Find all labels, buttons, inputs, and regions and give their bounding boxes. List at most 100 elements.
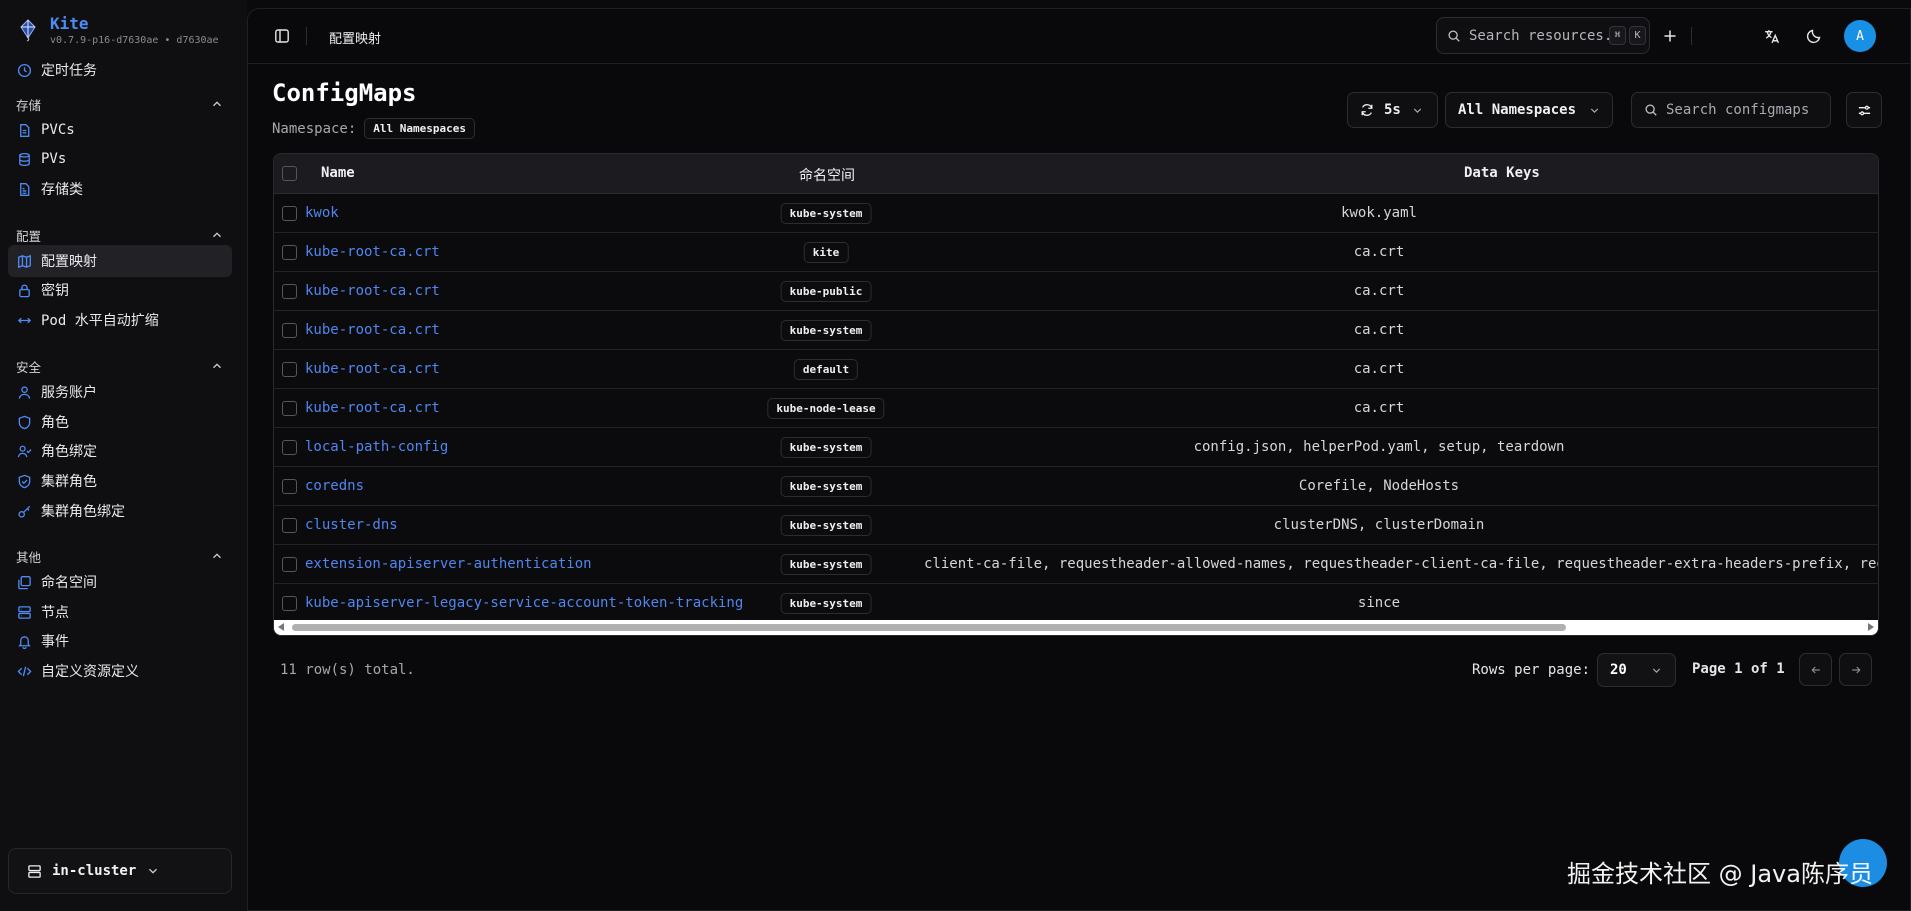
- table-row[interactable]: kube-root-ca.crt kube-node-lease ca.crt: [274, 389, 1878, 428]
- toggle-sidebar-button[interactable]: [273, 27, 291, 45]
- theme-toggle-button[interactable]: [1805, 27, 1823, 45]
- key-icon: [18, 505, 31, 518]
- divider: [1691, 27, 1692, 45]
- row-count: 11 row(s) total.: [280, 662, 415, 678]
- table-row[interactable]: coredns kube-system Corefile, NodeHosts: [274, 467, 1878, 506]
- shield-icon: [18, 415, 31, 429]
- sidebar-item-hpa[interactable]: Pod 水平自动扩缩: [8, 304, 232, 336]
- sidebar-item-crds[interactable]: 自定义资源定义: [8, 655, 232, 687]
- rows-per-page-value: 20: [1610, 662, 1627, 678]
- previous-page-button[interactable]: [1799, 653, 1832, 686]
- refresh-interval-select[interactable]: 5s: [1347, 92, 1438, 128]
- table-row[interactable]: extension-apiserver-authentication kube-s…: [274, 545, 1878, 584]
- arrows-horizontal-icon: [17, 317, 32, 323]
- sidebar-item-cronjobs[interactable]: 定时任务: [8, 54, 232, 86]
- chevron-up-icon: [213, 363, 221, 369]
- rows-per-page-select[interactable]: 20: [1597, 653, 1676, 687]
- sidebar-item-label: 存储类: [41, 182, 83, 198]
- namespace-badge: kube-system: [780, 554, 872, 575]
- sidebar-item-label: Pod 水平自动扩缩: [41, 313, 159, 329]
- shield-check-icon: [18, 474, 31, 488]
- chevron-up-icon: [213, 553, 221, 559]
- user-icon: [18, 385, 31, 399]
- rows-per-page-label: Rows per page:: [1472, 662, 1591, 678]
- section-title: 存储: [16, 97, 42, 113]
- table-row[interactable]: kwok kube-system kwok.yaml: [274, 194, 1878, 233]
- sidebar-item-namespaces[interactable]: 命名空间: [8, 566, 232, 598]
- main-content: 配置映射 Search resources... ⌘ K A ConfigMap…: [247, 8, 1911, 911]
- language-button[interactable]: [1762, 27, 1780, 45]
- header-name[interactable]: Name: [321, 165, 355, 181]
- database-icon: [19, 152, 30, 166]
- section-title: 其他: [16, 549, 42, 565]
- column-settings-button[interactable]: [1846, 92, 1882, 128]
- sidebar-item-storageclasses[interactable]: 存储类: [8, 173, 232, 205]
- sidebar-item-pvcs[interactable]: PVCs: [8, 114, 232, 146]
- scroll-left-arrow-icon[interactable]: [278, 623, 284, 631]
- data-keys-cell: ca.crt: [1353, 244, 1405, 260]
- chevron-down-icon: [1413, 107, 1422, 113]
- search-icon: [1448, 29, 1460, 42]
- table-row[interactable]: kube-root-ca.crt kube-system ca.crt: [274, 311, 1878, 350]
- table-row[interactable]: kube-root-ca.crt kite ca.crt: [274, 233, 1878, 272]
- scrollbar-thumb[interactable]: [292, 624, 1566, 631]
- moon-icon: [1806, 29, 1821, 44]
- sidebar-item-clusterroles[interactable]: 集群角色: [8, 465, 232, 497]
- sidebar-item-label: 集群角色: [41, 474, 97, 490]
- kite-logo-icon: [20, 19, 36, 42]
- row-checkbox[interactable]: [282, 557, 297, 572]
- table-row[interactable]: kube-root-ca.crt default ca.crt: [274, 350, 1878, 389]
- configmap-name-link[interactable]: extension-apiserver-authentication: [305, 556, 592, 572]
- section-security-header[interactable]: 安全: [16, 356, 224, 376]
- sidebar-item-serviceaccounts[interactable]: 服务账户: [8, 376, 232, 408]
- chevron-up-icon: [213, 232, 221, 238]
- table-row[interactable]: kube-apiserver-legacy-service-account-to…: [274, 584, 1878, 623]
- brand[interactable]: Kite v0.7.9-p16-d7630ae • d7630ae: [16, 14, 219, 48]
- header-data-keys[interactable]: Data Keys: [1464, 165, 1540, 181]
- scroll-right-arrow-icon[interactable]: [1868, 623, 1874, 631]
- sidebar-toggle-icon: [275, 29, 289, 43]
- select-all-checkbox[interactable]: [282, 166, 297, 181]
- create-resource-button[interactable]: [1661, 27, 1679, 45]
- section-other-header[interactable]: 其他: [16, 546, 224, 566]
- translate-icon: [1764, 29, 1779, 43]
- sidebar-item-nodes[interactable]: 节点: [8, 596, 232, 628]
- sidebar-item-pvs[interactable]: PVs: [8, 143, 232, 175]
- table-row[interactable]: cluster-dns kube-system clusterDNS, cluste…: [274, 506, 1878, 545]
- cluster-name: in-cluster: [52, 863, 137, 879]
- horizontal-scrollbar[interactable]: [274, 620, 1878, 635]
- sidebar-item-configmaps[interactable]: 配置映射: [8, 245, 232, 277]
- sidebar-item-rolebindings[interactable]: 角色绑定: [8, 435, 232, 467]
- configmap-search-input[interactable]: Search configmaps: [1631, 92, 1831, 128]
- search-placeholder: Search resources...: [1469, 27, 1630, 44]
- watermark: 掘金技术社区 @ Java陈序员: [1567, 860, 1873, 888]
- plus-icon: [1664, 30, 1676, 42]
- sidebar-item-secrets[interactable]: 密钥: [8, 274, 232, 306]
- header-namespace[interactable]: 命名空间: [799, 165, 855, 185]
- sidebar-item-roles[interactable]: 角色: [8, 406, 232, 438]
- section-title: 配置: [16, 228, 42, 244]
- sidebar-item-events[interactable]: 事件: [8, 625, 232, 657]
- user-avatar[interactable]: A: [1844, 20, 1876, 52]
- file-text-icon: [20, 182, 30, 196]
- divider: [306, 27, 307, 45]
- lock-icon: [19, 284, 30, 297]
- sidebar-item-clusterrolebindings[interactable]: 集群角色绑定: [8, 495, 232, 527]
- table-row[interactable]: kube-root-ca.crt kube-public ca.crt: [274, 272, 1878, 311]
- section-config-header[interactable]: 配置: [16, 225, 224, 245]
- table-row[interactable]: local-path-config kube-system config.json,…: [274, 428, 1878, 467]
- sidebar-item-label: 角色: [41, 415, 69, 431]
- page-title: ConfigMaps: [272, 79, 417, 107]
- section-storage-header[interactable]: 存储: [16, 94, 224, 114]
- next-page-button[interactable]: [1839, 653, 1872, 686]
- namespace-select[interactable]: All Namespaces: [1445, 92, 1613, 128]
- arrow-right-icon: [1851, 666, 1861, 673]
- bell-icon: [18, 635, 31, 649]
- clock-icon: [17, 63, 32, 77]
- cluster-selector[interactable]: in-cluster: [8, 848, 232, 894]
- sidebar-item-label: PVCs: [41, 122, 75, 138]
- global-search-input[interactable]: Search resources... ⌘ K: [1436, 17, 1650, 54]
- sidebar-item-label: 事件: [41, 634, 69, 650]
- map-icon: [18, 254, 31, 268]
- table-header: Name 命名空间 Data Keys: [274, 154, 1878, 194]
